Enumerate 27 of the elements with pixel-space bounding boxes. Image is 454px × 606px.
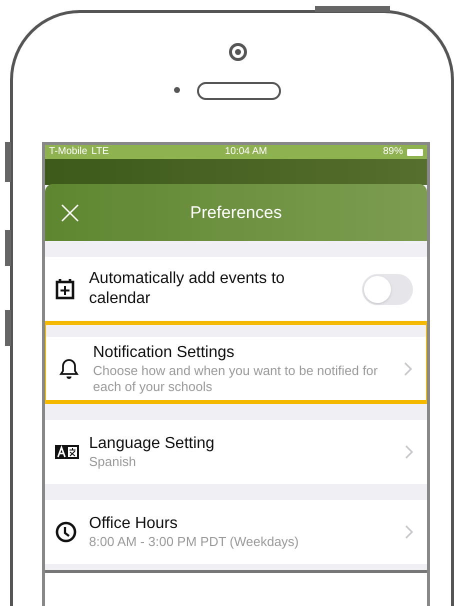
chevron-right-icon	[404, 362, 412, 376]
translate-icon	[55, 445, 79, 459]
carrier-name: T-Mobile	[49, 147, 88, 157]
settings-row[interactable]: Notification Settings Choose how and when you want to be notified for each of your schools	[46, 337, 426, 400]
setting-description: 8:00 AM - 3:00 PM PDT (Weekdays)	[89, 534, 300, 550]
setting-description: Choose how and when you want to be notified for each of your schools	[93, 362, 379, 394]
close-icon[interactable]	[61, 204, 79, 222]
settings-row[interactable]: Automatically add events to calendar	[45, 257, 427, 321]
setting-title: Office Hours	[89, 514, 179, 534]
status-time: 10:04 AM	[224, 147, 268, 157]
setting-title: Notification Settings	[93, 342, 236, 362]
header-title: Preferences	[189, 202, 283, 224]
network-type: LTE	[91, 147, 109, 157]
chevron-right-icon	[405, 525, 413, 539]
bell-icon	[59, 358, 79, 380]
toggle-switch[interactable]	[362, 274, 413, 304]
chevron-right-icon	[405, 445, 413, 459]
setting-title: Language Setting	[89, 434, 216, 454]
calendar-add-icon	[55, 278, 75, 300]
settings-row[interactable]: Office Hours 8:00 AM - 3:00 PM PDT (Weekdays)	[45, 500, 427, 564]
battery-icon	[407, 148, 423, 156]
settings-row[interactable]: Language Setting Spanish	[45, 420, 427, 484]
setting-description: Spanish	[89, 454, 137, 470]
battery-percent: 89%	[382, 147, 403, 157]
setting-title: Automatically add events to calendar	[89, 269, 286, 309]
clock-icon	[55, 521, 77, 543]
camera-icon	[229, 43, 247, 61]
